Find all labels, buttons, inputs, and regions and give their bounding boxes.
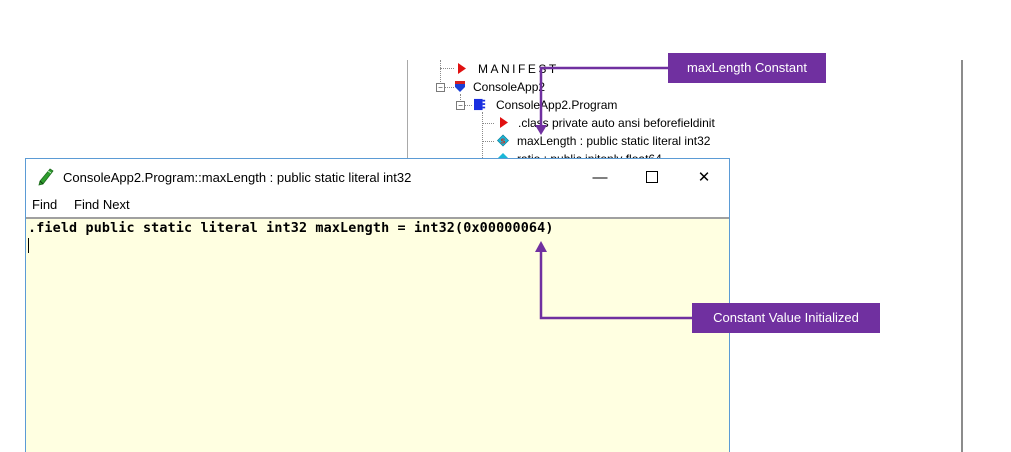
cyan-diamond-icon: S xyxy=(497,134,509,147)
callout-constant-value: Constant Value Initialized xyxy=(692,303,880,333)
tree-item-label: .class private auto ansi beforefieldinit xyxy=(518,116,715,130)
tree-line xyxy=(482,141,494,142)
close-icon: ✕ xyxy=(697,169,711,186)
collapse-toggle[interactable]: − xyxy=(456,101,465,110)
window-title: ConsoleApp2.Program::maxLength : public … xyxy=(63,170,412,185)
title-bar[interactable]: ConsoleApp2.Program::maxLength : public … xyxy=(26,159,729,195)
code-view[interactable]: .field public static literal int32 maxLe… xyxy=(26,217,729,452)
blue-shield-icon xyxy=(455,81,465,92)
tree-item-label: maxLength : public static literal int32 xyxy=(517,134,711,148)
svg-text:S: S xyxy=(500,136,505,145)
blue-class-icon xyxy=(474,98,486,111)
tree-item-label: ConsoleApp2.Program xyxy=(496,98,618,112)
menu-find[interactable]: Find xyxy=(32,195,57,215)
tree-item-label: ConsoleApp2 xyxy=(473,80,546,94)
tree-item-label: MANIFEST xyxy=(478,62,559,76)
tree-line xyxy=(440,68,454,69)
tree-line xyxy=(482,112,483,162)
maximize-icon xyxy=(646,171,658,183)
disassembly-dialog: ConsoleApp2.Program::maxLength : public … xyxy=(25,158,730,452)
minimize-button[interactable]: — xyxy=(577,159,623,195)
collapse-toggle[interactable]: − xyxy=(436,83,445,92)
menu-bar: Find Find Next xyxy=(26,195,729,217)
text-caret xyxy=(28,238,29,253)
il-code-line: .field public static literal int32 maxLe… xyxy=(28,221,554,236)
minimize-icon: — xyxy=(592,168,608,186)
close-button[interactable]: ✕ xyxy=(681,159,727,195)
red-triangle-icon xyxy=(458,63,466,74)
tree-line xyxy=(482,123,494,124)
callout-maxlength-constant: maxLength Constant xyxy=(668,53,826,83)
ildasm-pen-icon xyxy=(38,168,54,186)
menu-find-next[interactable]: Find Next xyxy=(74,195,130,215)
tree-line xyxy=(444,87,454,88)
tree-line xyxy=(464,105,472,106)
red-triangle-icon xyxy=(500,117,508,128)
maximize-button[interactable] xyxy=(629,159,675,195)
